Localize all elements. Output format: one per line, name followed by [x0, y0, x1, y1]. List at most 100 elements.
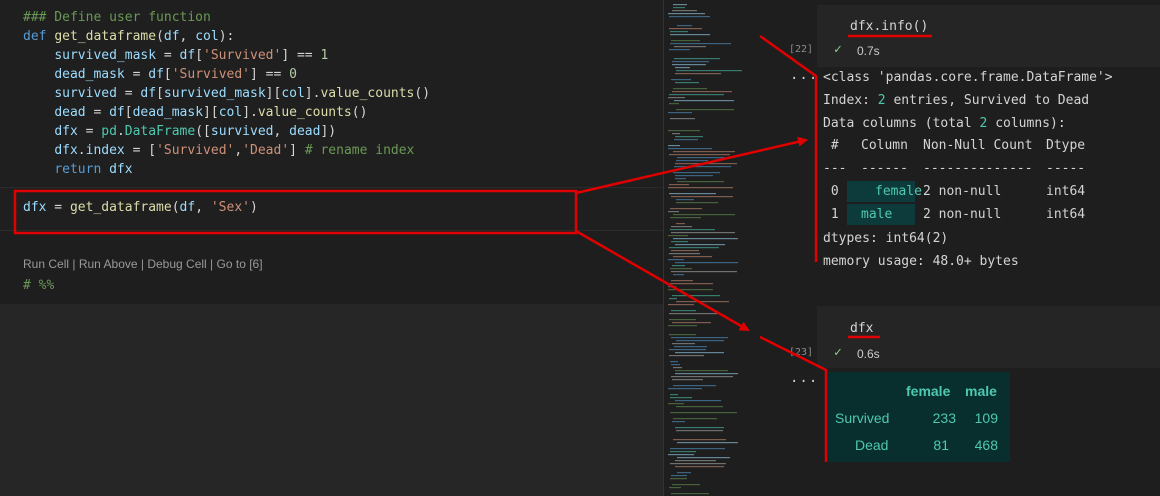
minimap-line	[668, 286, 676, 288]
minimap-line	[672, 343, 695, 345]
minimap-line	[670, 448, 725, 450]
minimap-line	[673, 172, 720, 174]
minimap-line	[668, 145, 680, 147]
minimap-line	[671, 250, 699, 252]
info-sep: -----	[1046, 161, 1086, 176]
code-line: dfx = pd.DataFrame([survived, dead])	[54, 124, 337, 139]
minimap-line	[671, 475, 687, 477]
info-memory: memory usage: 48.0+ bytes	[823, 254, 1019, 269]
minimap-line	[668, 112, 692, 114]
minimap[interactable]	[663, 0, 774, 496]
minimap-line	[671, 364, 680, 366]
df-col-header: male	[965, 383, 997, 399]
minimap-line	[671, 271, 737, 273]
minimap-line	[668, 130, 700, 132]
cell-22-header[interactable]: dfx.info() ✓ 0.7s	[817, 5, 1160, 67]
code-line: survived_mask = df['Survived'] == 1	[54, 48, 329, 63]
minimap-line	[670, 268, 692, 270]
minimap-line	[675, 163, 737, 165]
cell-22-time: 0.7s	[857, 44, 880, 58]
info-header-nn: Non-Null Count	[923, 138, 1033, 153]
minimap-line	[670, 412, 737, 414]
minimap-line	[671, 376, 733, 378]
info-header-col: Column	[861, 138, 908, 153]
debug-cell-link[interactable]: Debug Cell	[147, 257, 206, 271]
df-col-header: female	[906, 383, 951, 399]
minimap-line	[676, 301, 729, 303]
minimap-line	[673, 367, 682, 369]
cell-22-exec-count: [22]	[789, 44, 814, 55]
minimap-line	[672, 295, 720, 297]
info-sep: ------	[861, 161, 908, 176]
interactive-window[interactable]: dfx.info() ✓ 0.7s [22] ... <class 'panda…	[773, 0, 1160, 496]
minimap-line	[675, 178, 686, 180]
minimap-line	[675, 466, 724, 468]
minimap-line	[674, 346, 707, 348]
minimap-line	[669, 487, 681, 489]
check-icon: ✓	[834, 42, 842, 57]
minimap-line	[671, 40, 700, 42]
minimap-line	[671, 232, 735, 234]
minimap-line	[668, 259, 684, 261]
minimap-line	[673, 256, 712, 258]
minimap-line	[673, 151, 735, 153]
df-row-label: Survived	[835, 410, 890, 426]
minimap-line	[672, 133, 680, 135]
info-row-dtype: int64	[1046, 207, 1086, 222]
minimap-line	[673, 214, 735, 216]
minimap-line	[673, 418, 717, 420]
goto-link[interactable]: Go to [6]	[217, 257, 263, 271]
code-cell-function[interactable]: ### Define user function def get_datafra…	[0, 0, 663, 186]
minimap-line	[668, 148, 712, 150]
minimap-line	[670, 397, 692, 399]
minimap-line	[673, 439, 726, 441]
cell-22-code: dfx.info()	[850, 19, 929, 34]
minimap-line	[672, 10, 697, 12]
minimap-line	[673, 385, 716, 387]
minimap-line	[673, 7, 685, 9]
minimap-line	[671, 241, 688, 243]
minimap-line	[669, 94, 724, 96]
run-cell-link[interactable]: Run Cell	[23, 257, 69, 271]
run-above-link[interactable]: Run Above	[79, 257, 138, 271]
code-cell-call[interactable]: dfx = get_dataframe(df, 'Sex')	[0, 187, 663, 231]
minimap-line	[673, 4, 687, 6]
info-row-dtype: int64	[1046, 184, 1086, 199]
minimap-line	[669, 355, 704, 357]
df-row-label: Dead	[855, 437, 889, 453]
minimap-line	[675, 136, 703, 138]
minimap-line	[677, 457, 730, 459]
cell-23-header[interactable]: dfx ✓ 0.6s	[817, 306, 1160, 368]
minimap-line	[675, 175, 713, 177]
minimap-line	[677, 181, 724, 183]
minimap-line	[675, 262, 738, 264]
minimap-line	[671, 337, 728, 339]
code-cell-marker[interactable]: # %%	[0, 276, 663, 304]
minimap-line	[672, 61, 709, 63]
df-cell: 468	[974, 437, 998, 453]
minimap-line	[677, 25, 692, 27]
info-dtypes: dtypes: int64(2)	[823, 231, 949, 246]
minimap-line	[676, 109, 734, 111]
minimap-line	[669, 28, 702, 30]
info-row-col: male	[847, 204, 915, 225]
minimap-line	[668, 454, 694, 456]
minimap-line	[668, 289, 713, 291]
minimap-line	[677, 442, 738, 444]
cell-23-more-icon[interactable]: ...	[790, 370, 818, 386]
check-icon: ✓	[834, 345, 842, 360]
minimap-line	[675, 370, 728, 372]
minimap-line	[676, 202, 718, 204]
info-row-nn: 2 non-null	[923, 184, 1002, 199]
minimap-line	[673, 238, 738, 240]
editor-pane[interactable]: ### Define user function def get_datafra…	[0, 0, 663, 496]
cell-22-more-icon[interactable]: ...	[790, 67, 818, 83]
info-header-dtype: Dtype	[1046, 138, 1086, 153]
minimap-line	[674, 46, 706, 48]
minimap-line	[676, 430, 723, 432]
cell-23-exec-count: [23]	[789, 347, 814, 358]
df-cell: 233	[932, 410, 956, 426]
minimap-line	[676, 199, 694, 201]
minimap-line	[674, 58, 720, 60]
minimap-line	[672, 379, 703, 381]
